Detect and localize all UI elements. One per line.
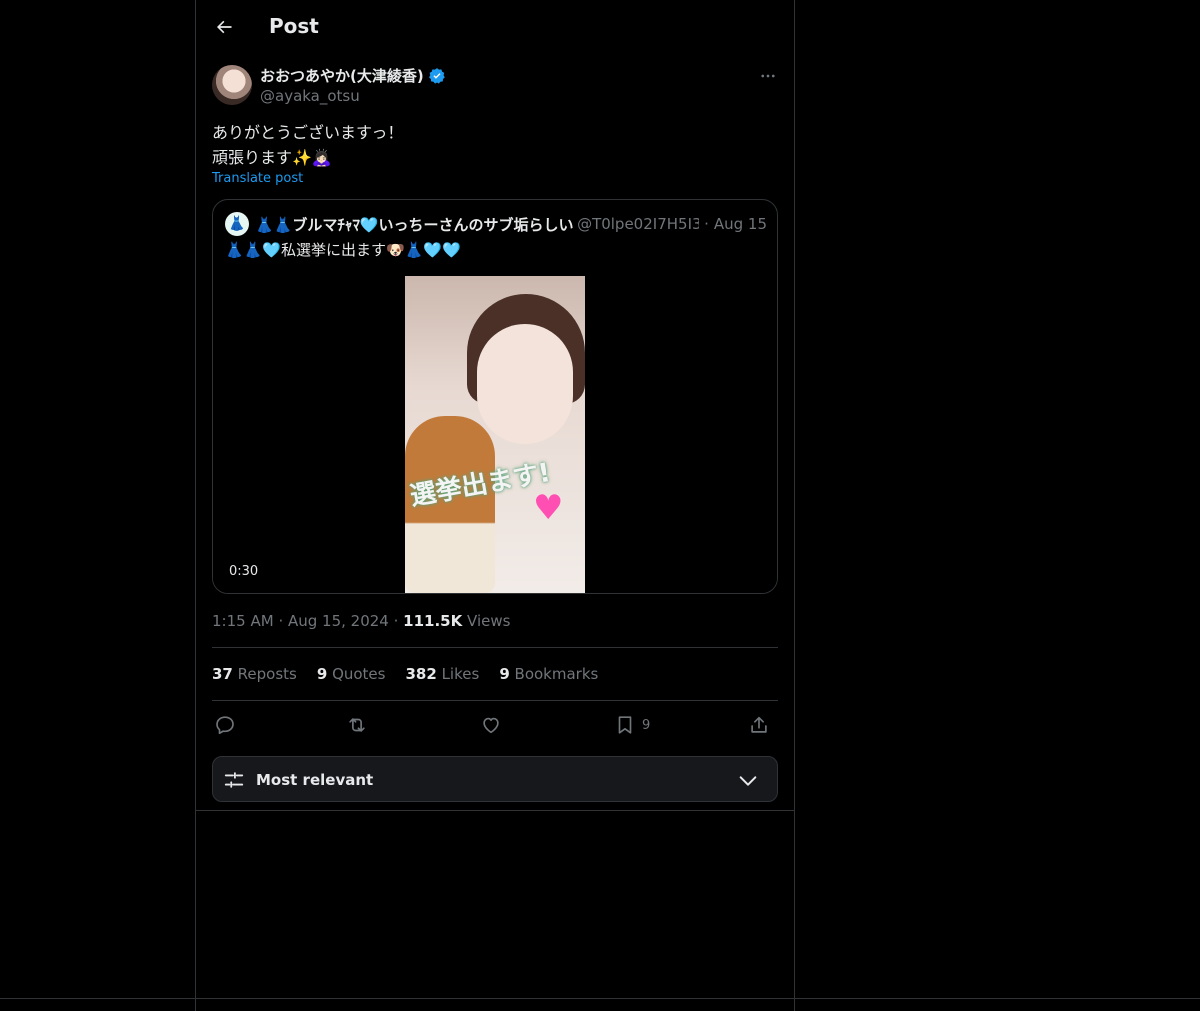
bookmark-count: 9: [642, 717, 651, 733]
quoted-post-date[interactable]: Aug 15: [714, 215, 767, 233]
sliders-icon: [224, 772, 244, 788]
divider: [212, 700, 778, 701]
quoted-media[interactable]: 選挙出ます! ♥ 0:30: [213, 276, 777, 593]
views-label: Views: [467, 612, 511, 630]
repost-icon: [349, 718, 365, 732]
video-duration: 0:30: [229, 564, 259, 579]
separator-dot: ·: [278, 612, 288, 630]
quotes-stat[interactable]: 9 Quotes: [317, 665, 386, 683]
reply-sort-dropdown[interactable]: Most relevant: [212, 756, 778, 802]
divider: [212, 647, 778, 648]
arrow-left-icon: [217, 20, 232, 34]
post-text: ありがとうございますっ！ 頑張ります✨🙇🏻‍♀️: [212, 120, 403, 170]
post-date[interactable]: Aug 15, 2024: [288, 612, 389, 630]
quotes-count: 9: [316, 665, 328, 683]
post-text-line-1: ありがとうございますっ！: [212, 123, 404, 142]
quotes-label: Quotes: [332, 665, 386, 683]
more-horizontal-icon: [761, 74, 775, 78]
sort-label: Most relevant: [256, 771, 374, 789]
share-button[interactable]: [748, 710, 770, 740]
engagement-stats: 37 Reposts 9 Quotes 382 Likes 9 Bookmark…: [212, 665, 598, 683]
translate-post-link[interactable]: Translate post: [212, 171, 303, 186]
reposts-label: Reposts: [237, 665, 297, 683]
bookmark-icon: [618, 716, 632, 734]
more-options-button[interactable]: [756, 64, 780, 88]
author-name-row[interactable]: おおつあやか(大津綾香): [260, 65, 446, 86]
verified-badge-icon: [428, 67, 445, 84]
likes-count: 382: [405, 665, 437, 683]
repost-button[interactable]: [346, 710, 368, 740]
heart-icon: ♥: [533, 488, 564, 528]
video-thumbnail[interactable]: 選挙出ます! ♥: [405, 276, 585, 593]
header: Post: [196, 0, 794, 54]
author-avatar[interactable]: [212, 65, 252, 105]
bookmarks-stat[interactable]: 9 Bookmarks: [499, 665, 598, 683]
bookmark-button[interactable]: 9: [614, 710, 650, 740]
author-handle[interactable]: @ayaka_otsu: [260, 87, 360, 105]
main-column: Post おおつあやか(大津綾香) @ayaka_otsu ありがとうございます…: [195, 0, 795, 1011]
post-time[interactable]: 1:15 AM: [212, 612, 274, 630]
quoted-post-text: 👗👗🩵私選挙に出ます🐶👗🩵🩵: [225, 241, 461, 259]
quoted-author-avatar[interactable]: 👗: [225, 212, 249, 236]
quoted-author-name[interactable]: 👗👗ブルマﾁｬﾏ🩵いっちーさんのサブ垢らしい: [255, 214, 573, 235]
section-divider: [196, 810, 794, 811]
post-meta: 1:15 AM · Aug 15, 2024 · 111.5K Views: [212, 612, 510, 630]
reposts-count: 37: [212, 665, 233, 683]
like-button[interactable]: [480, 710, 502, 740]
bottom-divider: [0, 998, 1200, 999]
video-figure-face: [477, 324, 573, 444]
bookmarks-label: Bookmarks: [514, 665, 599, 683]
quoted-author-handle[interactable]: @T0lpe02I7H5I3v: [577, 215, 699, 233]
separator-dot: ·: [704, 215, 709, 233]
reply-button[interactable]: [214, 710, 236, 740]
back-button[interactable]: [208, 11, 240, 43]
likes-label: Likes: [441, 665, 480, 683]
action-bar: 9: [212, 710, 778, 740]
views-count: 111.5K: [403, 612, 463, 630]
quoted-post-card[interactable]: 👗 👗👗ブルマﾁｬﾏ🩵いっちーさんのサブ垢らしい @T0lpe02I7H5I3v…: [212, 199, 778, 594]
separator-dot: ·: [393, 612, 404, 630]
page-title: Post: [269, 14, 319, 38]
reply-icon: [216, 716, 234, 735]
share-icon: [751, 716, 767, 733]
chevron-down-icon: [739, 776, 757, 786]
reposts-stat[interactable]: 37 Reposts: [212, 665, 297, 683]
bookmarks-count: 9: [499, 665, 510, 683]
post-text-line-2: 頑張ります✨🙇🏻‍♀️: [212, 148, 332, 167]
author-display-name[interactable]: おおつあやか(大津綾香): [260, 65, 424, 86]
quoted-post-header: 👗 👗👗ブルマﾁｬﾏ🩵いっちーさんのサブ垢らしい @T0lpe02I7H5I3v…: [225, 212, 767, 236]
likes-stat[interactable]: 382 Likes: [405, 665, 479, 683]
heart-outline-icon: [483, 717, 499, 734]
